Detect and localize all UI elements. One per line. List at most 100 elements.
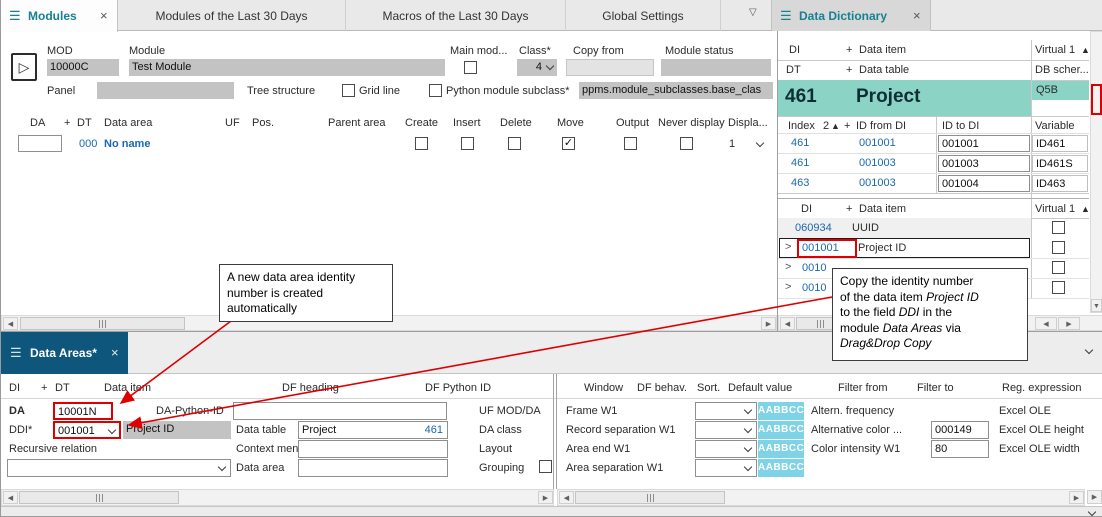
area-end-select[interactable] xyxy=(695,440,757,458)
da-id-input[interactable] xyxy=(18,135,62,152)
col-id-from-di[interactable]: ID from DI xyxy=(856,120,906,132)
col-move[interactable]: Move xyxy=(557,117,584,129)
areas-col-df-behav[interactable]: DF behav. xyxy=(637,382,687,394)
col-pos[interactable]: Pos. xyxy=(252,117,274,129)
output-checkbox[interactable] xyxy=(624,137,637,150)
dict-col-expand[interactable]: + xyxy=(846,44,852,56)
alternative-color-field[interactable]: 000149 xyxy=(931,421,989,439)
frame-w1-select[interactable] xyxy=(695,402,757,420)
index-col[interactable]: Index xyxy=(788,120,815,132)
dict-col-dt[interactable]: DT xyxy=(786,64,801,76)
never-display-checkbox[interactable] xyxy=(680,137,693,150)
areas-col-df-python-id[interactable]: DF Python ID xyxy=(425,382,491,394)
col-delete[interactable]: Delete xyxy=(500,117,532,129)
areas-col-dt[interactable]: DT xyxy=(55,382,70,394)
tab-overflow-icon[interactable]: ▽ xyxy=(749,7,757,18)
scroll-left-icon[interactable]: ◀ xyxy=(3,317,18,330)
scroll-right-icon[interactable]: ▶ xyxy=(1069,491,1084,504)
areas-col-sort[interactable]: Sort. xyxy=(697,382,720,394)
virtual-checkbox[interactable] xyxy=(1052,221,1065,234)
expand-icon[interactable]: > xyxy=(785,241,791,253)
dict-col-db-schema[interactable]: DB scher... xyxy=(1035,64,1089,76)
item-col-di[interactable]: DI xyxy=(801,203,812,215)
scroll-left-icon[interactable]: ◀ xyxy=(559,491,574,504)
frame-w1-color-field[interactable]: AABBCC xyxy=(758,402,804,420)
areas-col-data-item[interactable]: Data item xyxy=(104,382,151,394)
insert-checkbox[interactable] xyxy=(461,137,474,150)
color-intensity-field[interactable]: 80 xyxy=(931,440,989,458)
expand-icon[interactable]: > xyxy=(785,261,791,273)
expand-icon[interactable]: > xyxy=(785,281,791,293)
dict-col-data-item[interactable]: Data item xyxy=(859,44,906,56)
run-module-button[interactable]: ▷ xyxy=(11,53,37,81)
col-data-area[interactable]: Data area xyxy=(104,117,152,129)
scroll-right-icon[interactable]: ▶ xyxy=(538,491,553,504)
da-python-id-field[interactable] xyxy=(233,402,447,420)
recursive-relation-select[interactable] xyxy=(7,459,231,477)
areas-col-di[interactable]: DI xyxy=(9,382,20,394)
scrollbar-thumb[interactable] xyxy=(19,491,179,504)
record-separation-select[interactable] xyxy=(695,421,757,439)
module-name-field[interactable]: Test Module xyxy=(129,59,445,76)
col-da[interactable]: DA xyxy=(30,117,45,129)
areas-col-expand[interactable]: + xyxy=(41,382,47,394)
index-col-expand[interactable]: + xyxy=(844,120,850,132)
tab-global-settings[interactable]: Global Settings xyxy=(566,0,721,31)
virtual-checkbox[interactable] xyxy=(1052,241,1065,254)
record-separation-color-field[interactable]: AABBCC xyxy=(758,421,804,439)
ddi-field[interactable]: 001001 xyxy=(53,421,121,439)
areas-left-h-scrollbar[interactable]: ◀ ▶ xyxy=(1,489,554,506)
tab-macros-last-30-days[interactable]: Macros of the Last 30 Days xyxy=(346,0,566,31)
scroll-down-icon[interactable]: ▼ xyxy=(1091,299,1102,312)
row-data-area-name[interactable]: No name xyxy=(104,138,150,150)
col-never-display[interactable]: Never display xyxy=(658,117,725,129)
context-menu-field[interactable] xyxy=(298,440,448,458)
areas-col-default-value[interactable]: Default value xyxy=(728,382,792,394)
panel-field[interactable] xyxy=(97,82,234,99)
close-icon[interactable]: × xyxy=(913,8,921,23)
variable-field[interactable]: ID461S xyxy=(1032,155,1088,172)
item-col-data-item[interactable]: Data item xyxy=(859,203,906,215)
dict-col-expand2[interactable]: + xyxy=(846,64,852,76)
class-select[interactable]: 4 xyxy=(517,59,557,76)
col-uf[interactable]: UF xyxy=(225,117,240,129)
python-subclass-checkbox[interactable] xyxy=(429,84,442,97)
scroll-left-icon[interactable]: ◀ xyxy=(3,491,18,504)
tab-data-dictionary[interactable]: ☰ Data Dictionary × xyxy=(771,0,931,31)
area-separation-color-field[interactable]: AABBCC xyxy=(758,459,804,477)
col-expand[interactable]: + xyxy=(64,117,70,129)
areas-col-window[interactable]: Window xyxy=(584,382,623,394)
page-right-icon[interactable]: ▶ xyxy=(1058,317,1080,330)
data-area-field[interactable] xyxy=(298,459,448,477)
col-output[interactable]: Output xyxy=(616,117,649,129)
page-left-icon[interactable]: ◀ xyxy=(1035,317,1057,330)
scrollbar-thumb[interactable] xyxy=(575,491,725,504)
main-module-checkbox[interactable] xyxy=(464,61,477,74)
col-variable[interactable]: Variable xyxy=(1035,120,1075,132)
variable-field[interactable]: ID463 xyxy=(1032,175,1088,192)
scroll-right-icon[interactable]: ▶ xyxy=(761,317,776,330)
scroll-right-icon[interactable]: ▶ xyxy=(1087,490,1102,504)
id-to-field[interactable]: 001004 xyxy=(938,175,1030,192)
display-select[interactable]: 1 xyxy=(729,138,767,150)
close-icon[interactable]: × xyxy=(100,8,108,23)
areas-col-filter-to[interactable]: Filter to xyxy=(917,382,954,394)
copy-from-field[interactable] xyxy=(566,59,654,76)
module-status-field[interactable] xyxy=(661,59,771,76)
python-subclass-field[interactable]: ppms.module_subclasses.base_clas xyxy=(579,82,773,99)
id-to-field[interactable]: 001001 xyxy=(938,135,1030,152)
id-to-field[interactable]: 001003 xyxy=(938,155,1030,172)
dictionary-v-scrollbar[interactable]: ▼ xyxy=(1090,31,1102,313)
scrollbar-thumb[interactable] xyxy=(20,317,185,330)
areas-right-h-scrollbar[interactable]: ◀ ▶ xyxy=(557,489,1085,506)
col-create[interactable]: Create xyxy=(405,117,438,129)
variable-field[interactable]: ID461 xyxy=(1032,135,1088,152)
col-display[interactable]: Displa... xyxy=(728,117,768,129)
virtual-checkbox[interactable] xyxy=(1052,281,1065,294)
delete-checkbox[interactable] xyxy=(508,137,521,150)
tab-modules[interactable]: ☰ Modules × xyxy=(1,0,118,32)
mod-field[interactable]: 10000C xyxy=(47,59,119,76)
grouping-checkbox[interactable] xyxy=(539,460,552,473)
virtual-checkbox[interactable] xyxy=(1052,261,1065,274)
tab-modules-last-30-days[interactable]: Modules of the Last 30 Days xyxy=(118,0,346,31)
